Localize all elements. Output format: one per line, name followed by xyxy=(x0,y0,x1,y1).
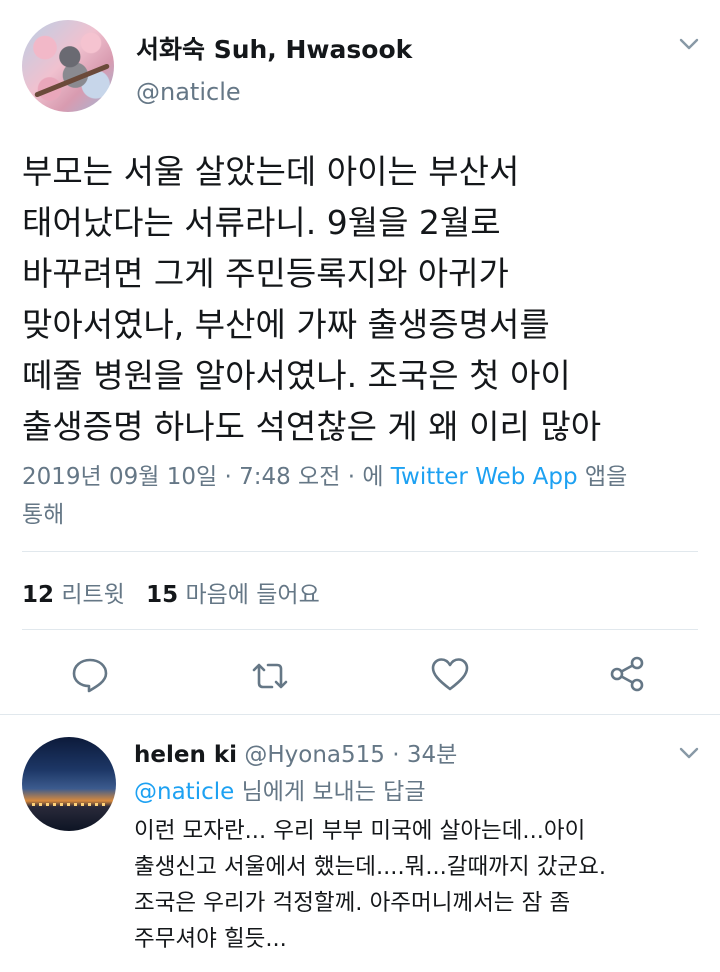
author-name[interactable]: 서화숙 Suh, Hwasook xyxy=(136,30,412,66)
reply-icon[interactable] xyxy=(70,654,110,694)
chevron-down-icon[interactable] xyxy=(679,746,699,760)
like-count[interactable]: 15 xyxy=(146,582,178,608)
replying-to-suffix: 님에게 보내는 답글 xyxy=(234,779,426,805)
tweet-text-line: 태어났다는 서류라니. 9월을 2월로 xyxy=(22,203,501,242)
reply-time: · 34분 xyxy=(384,742,458,768)
tweet-stats: 12 리트윗 15 마음에 들어요 xyxy=(22,575,334,609)
chevron-down-icon[interactable] xyxy=(679,37,699,51)
reply-text-line: 조국은 우리가 걱정할께. 아주머니께서는 잠 좀 xyxy=(134,890,571,916)
divider xyxy=(22,551,698,552)
reply-author-avatar[interactable] xyxy=(22,737,116,831)
tweet-text-line: 부모는 서울 살았는데 아이는 부산서 xyxy=(22,152,520,191)
reply-text-line: 주무셔야 힐듯... xyxy=(134,926,287,952)
divider xyxy=(22,629,698,630)
retweet-label[interactable]: 리트윗 xyxy=(61,582,124,608)
replying-to-handle[interactable]: @naticle xyxy=(134,779,234,805)
tweet-text-line: 바꾸려면 그게 주민등록지와 아귀가 xyxy=(22,254,509,293)
author-handle[interactable]: @naticle xyxy=(136,78,241,106)
source-suffix: 앱을 xyxy=(577,464,628,490)
reply-text: 이런 모자란... 우리 부부 미국에 살아는데...아이 출생신고 서울에서 … xyxy=(134,813,709,957)
tweet-text-line: 출생증명 하나도 석연찮은 게 왜 이리 많아 xyxy=(22,407,602,446)
tweet-text-line: 맞아서였나, 부산에 가짜 출생증명서를 xyxy=(22,305,550,344)
reply-header: helen ki @Hyona515 · 34분 xyxy=(134,735,457,769)
tweet-text: 부모는 서울 살았는데 아이는 부산서 태어났다는 서류라니. 9월을 2월로 … xyxy=(22,146,702,452)
reply-text-line: 출생신고 서울에서 했는데....뭐...갈때까지 갔군요. xyxy=(134,854,606,880)
like-label[interactable]: 마음에 들어요 xyxy=(185,582,319,608)
tweet-text-line: 떼줄 병원을 알아서였나. 조국은 첫 아이 xyxy=(22,356,571,395)
author-avatar[interactable] xyxy=(22,20,114,112)
share-icon[interactable] xyxy=(608,654,648,694)
replying-to: @naticle 님에게 보내는 답글 xyxy=(134,772,425,806)
source-app-link[interactable]: Twitter Web App xyxy=(391,464,578,490)
retweet-icon[interactable] xyxy=(250,656,290,696)
tweet-timestamp[interactable]: 2019년 09월 10일 · 7:48 오전 · 에 xyxy=(22,464,391,490)
tweet-meta: 2019년 09월 10일 · 7:48 오전 · 에 Twitter Web … xyxy=(22,458,702,534)
reply-author-handle[interactable]: @Hyona515 xyxy=(244,742,385,768)
section-divider xyxy=(0,714,720,715)
reply-author-name[interactable]: helen ki xyxy=(134,742,237,768)
like-icon[interactable] xyxy=(430,655,470,695)
reply-text-line: 이런 모자란... 우리 부부 미국에 살아는데...아이 xyxy=(134,818,586,844)
source-suffix-2: 통해 xyxy=(22,502,65,528)
retweet-count[interactable]: 12 xyxy=(22,582,54,608)
